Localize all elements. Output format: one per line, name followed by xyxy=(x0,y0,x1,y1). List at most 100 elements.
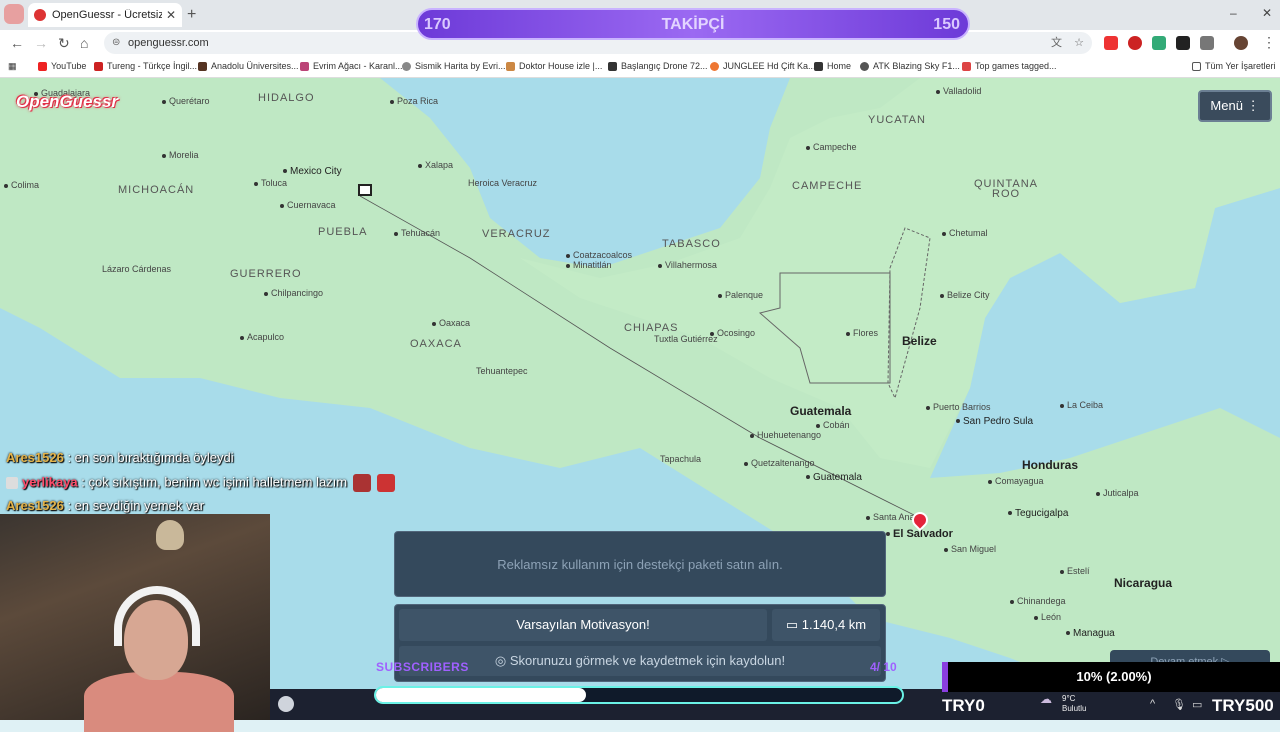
bookmark-item[interactable]: Top games tagged... xyxy=(962,61,1057,71)
chat-message: Ares1526 : en son bıraktığımda öyleydi xyxy=(6,450,234,465)
progress-fill xyxy=(376,688,587,702)
try500-label: TRY500 xyxy=(1212,696,1274,715)
map-label: ROO xyxy=(992,188,1021,200)
map-label: Heroica Veracruz xyxy=(468,178,538,188)
map-label: Mexico City xyxy=(283,166,342,177)
new-tab-icon[interactable]: + xyxy=(187,6,196,24)
map-label: Chinandega xyxy=(1010,596,1066,606)
map-label: Juticalpa xyxy=(1096,488,1139,498)
bookmark-item[interactable]: Sismik Harita by Evri... xyxy=(402,61,506,71)
map-label: Villahermosa xyxy=(658,260,717,270)
bookmark-item[interactable]: JUNGLEE Hd Çift Ka... xyxy=(710,61,816,71)
extension-icon[interactable] xyxy=(1128,36,1142,50)
extension-icon[interactable] xyxy=(1176,36,1190,50)
map-label: Flores xyxy=(846,328,878,338)
site-info-icon[interactable]: ⊜ xyxy=(112,32,120,54)
map-label: PUEBLA xyxy=(318,226,368,238)
reload-icon[interactable]: ↻ xyxy=(58,35,70,52)
back-icon[interactable]: ← xyxy=(10,35,24,51)
motivation-button[interactable]: Varsayılan Motivasyon! xyxy=(399,609,767,641)
map-label: Guatemala xyxy=(806,472,862,483)
map-label: Acapulco xyxy=(240,332,284,342)
browser-tab[interactable]: OpenGuessr - Ücretsiz Geo ✕ xyxy=(28,3,182,27)
map-label: Lázaro Cárdenas xyxy=(102,264,172,274)
map-label: Guatemala xyxy=(790,404,852,418)
map-label: Santa Ana xyxy=(866,512,915,522)
map-label: Palenque xyxy=(718,290,763,300)
extensions-puzzle-icon[interactable] xyxy=(1200,36,1214,50)
map-label: Colima xyxy=(4,180,39,190)
map-label: Puerto Barrios xyxy=(926,402,991,412)
tray-chevron-icon[interactable]: ^ xyxy=(1150,698,1155,710)
translate-icon[interactable]: 文 xyxy=(1051,32,1062,54)
tab-close-icon[interactable]: ✕ xyxy=(166,8,176,22)
profile-avatar[interactable] xyxy=(1234,36,1248,50)
map-label: Nicaragua xyxy=(1114,576,1173,590)
ruler-icon: ▭ xyxy=(785,617,799,632)
bookmarks-bar: ▦ YouTube Tureng - Türkçe İngil... Anado… xyxy=(0,56,1280,78)
emote-icon xyxy=(353,474,372,492)
all-bookmarks-folder[interactable]: Tüm Yer İşaretleri xyxy=(1192,61,1276,71)
follower-goal-bar: 170 TAKİPÇİ 150 xyxy=(416,8,970,40)
try0-label: TRY0 xyxy=(942,696,985,715)
map-label: Chilpancingo xyxy=(264,288,323,298)
map-label: La Ceiba xyxy=(1060,400,1103,410)
map-label: Tehuantepec xyxy=(476,366,528,376)
taskbar-app-icon[interactable] xyxy=(278,696,294,712)
apps-grid-icon[interactable]: ▦ xyxy=(8,61,17,72)
signup-button[interactable]: ◎ Skorunuzu görmek ve kaydetmek için kay… xyxy=(399,646,881,676)
map-label: MICHOACÁN xyxy=(118,184,195,196)
minimize-icon[interactable]: – xyxy=(1230,6,1237,20)
bookmark-star-icon[interactable]: ☆ xyxy=(1074,32,1084,54)
subscribers-count: 4/ 10 xyxy=(870,660,897,674)
map-label: Campeche xyxy=(806,142,857,152)
distance-display: ▭ 1.140,4 km xyxy=(772,609,880,641)
cloud-icon: ☁ xyxy=(1040,692,1052,706)
map-label: Tapachula xyxy=(660,454,702,464)
ad-panel[interactable]: Reklamsız kullanım için destekçi paketi … xyxy=(394,531,886,597)
mic-icon[interactable]: 🎙 xyxy=(1172,698,1186,711)
map-label: Coatzacoalcos xyxy=(566,250,632,260)
forward-icon[interactable]: → xyxy=(34,35,48,51)
map-label: Xalapa xyxy=(418,160,453,170)
tab-search-icon[interactable] xyxy=(4,4,24,24)
webcam-lamp xyxy=(156,520,184,550)
map-label: Valladolid xyxy=(936,86,981,96)
map-label: Tegucigalpa xyxy=(1008,508,1068,519)
guess-flag-icon xyxy=(358,184,372,196)
map-label: TABASCO xyxy=(662,238,721,250)
close-window-icon[interactable]: ✕ xyxy=(1262,6,1272,20)
weather-widget[interactable]: ☁ 9°C Bulutlu xyxy=(1040,692,1086,713)
home-icon[interactable]: ⌂ xyxy=(80,35,88,51)
menu-button[interactable]: Menü ⋮ xyxy=(1198,90,1272,122)
map-label: Minatitlán xyxy=(566,260,612,270)
map-label: Estelí xyxy=(1060,566,1090,576)
openguessr-logo[interactable]: OpenGuessr xyxy=(16,92,118,112)
map-label: San Pedro Sula xyxy=(956,416,1033,427)
map-label: Quetzaltenango xyxy=(744,458,815,468)
map-label: VERACRUZ xyxy=(482,228,551,240)
map-label: YUCATAN xyxy=(868,114,926,126)
browser-menu-icon[interactable]: ⋮ xyxy=(1262,34,1276,51)
bookmark-item[interactable]: Tureng - Türkçe İngil... xyxy=(94,61,197,71)
subscribers-label: SUBSCRIBERS xyxy=(376,660,469,674)
map-label: Tehuacán xyxy=(394,228,440,238)
map-label: Honduras xyxy=(1022,458,1079,472)
bookmark-item[interactable]: ATK Blazing Sky F1... xyxy=(860,61,960,71)
bookmark-item[interactable]: Doktor House izle |... xyxy=(506,61,602,71)
follower-label: TAKİPÇİ xyxy=(661,16,725,33)
bookmark-item[interactable]: Home xyxy=(814,61,851,71)
bookmark-item[interactable]: Anadolu Üniversites... xyxy=(198,61,299,71)
extension-icon[interactable] xyxy=(1152,36,1166,50)
map-label: CHIAPAS xyxy=(624,322,679,334)
extension-icon[interactable] xyxy=(1104,36,1118,50)
map-label: Morelia xyxy=(162,150,199,160)
display-icon[interactable]: ▭ xyxy=(1192,698,1202,711)
map-label: OAXACA xyxy=(410,338,462,350)
bookmark-item[interactable]: YouTube xyxy=(38,61,86,71)
tab-title: OpenGuessr - Ücretsiz Geo xyxy=(52,9,162,21)
bookmark-item[interactable]: Evrim Ağacı - Karanl... xyxy=(300,61,403,71)
webcam-person xyxy=(84,672,234,732)
map-label: Huehuetenango xyxy=(750,430,821,440)
bookmark-item[interactable]: Başlangıç Drone 72... xyxy=(608,61,708,71)
